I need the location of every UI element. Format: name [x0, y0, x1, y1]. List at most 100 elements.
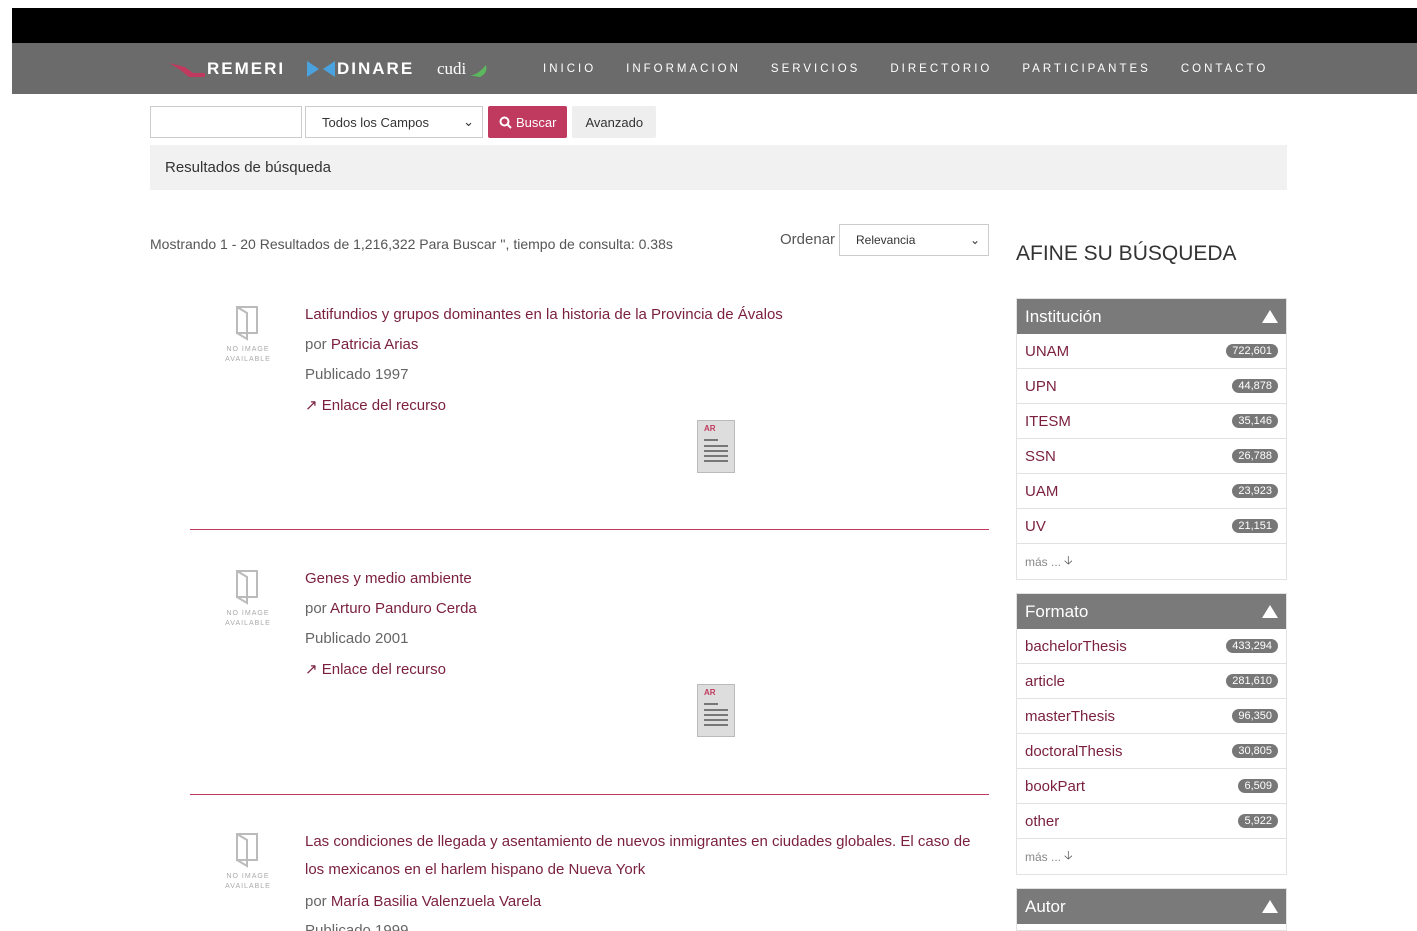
count-badge: 433,294	[1226, 639, 1278, 653]
facet-item[interactable]: SSN 26,788	[1017, 439, 1286, 474]
facet-more-link[interactable]: más ... 🡣	[1017, 839, 1286, 874]
facet-more-link[interactable]: más ... 🡣	[1017, 544, 1286, 579]
collapse-triangle-icon	[1262, 900, 1278, 913]
search-input[interactable]	[150, 106, 302, 138]
result-divider	[190, 529, 989, 530]
nav-participantes[interactable]: PARTICIPANTES	[1022, 63, 1150, 75]
result-title[interactable]: Latifundios y grupos dominantes en la hi…	[305, 301, 985, 329]
no-image-thumbnail[interactable]: NO IMAGE AVAILABLE	[220, 830, 276, 892]
by-label: por	[305, 893, 327, 910]
advanced-search-button[interactable]: Avanzado	[572, 106, 657, 138]
result-author-line: por Patricia Arias	[305, 336, 418, 353]
by-label: por	[305, 336, 327, 353]
no-image-thumbnail[interactable]: NO IMAGE AVAILABLE	[220, 303, 276, 365]
result-author[interactable]: Arturo Panduro Cerda	[330, 600, 477, 617]
sort-label: Ordenar	[780, 231, 836, 248]
chevron-down-icon: ⌄	[463, 114, 474, 129]
top-black-bar	[12, 8, 1417, 43]
more-label: más ...	[1025, 554, 1062, 569]
count-badge: 23,923	[1232, 484, 1278, 498]
result-resource-link-label: Enlace del recurso	[321, 661, 446, 678]
facet-header[interactable]: Autor	[1017, 889, 1286, 924]
count-badge: 281,610	[1226, 674, 1278, 688]
nav-contacto[interactable]: CONTACTO	[1181, 63, 1268, 75]
cudi-logo[interactable]: cudi	[437, 43, 492, 94]
result-author[interactable]: María Basilia Valenzuela Varela	[331, 893, 541, 910]
facet-item[interactable]: masterThesis 96,350	[1017, 699, 1286, 734]
refine-title: AFINE SU BÚSQUEDA	[1016, 242, 1237, 265]
facet-autor: Autor	[1016, 888, 1287, 931]
cudi-leaf-icon	[468, 64, 487, 77]
facet-label: other	[1025, 812, 1060, 830]
document-icon[interactable]: AR	[697, 684, 735, 737]
facet-item[interactable]: bachelorThesis 433,294	[1017, 629, 1286, 664]
result-resource-link-label: Enlace del recurso	[321, 397, 446, 414]
facet-item[interactable]: doctoralThesis 30,805	[1017, 734, 1286, 769]
facet-item[interactable]: article 281,610	[1017, 664, 1286, 699]
facet-title: Autor	[1025, 896, 1066, 916]
facet-institucion: Institución UNAM 722,601 UPN 44,878 ITESM 3…	[1016, 298, 1287, 580]
count-badge: 30,805	[1232, 744, 1278, 758]
no-image-thumbnail[interactable]: NO IMAGE AVAILABLE	[220, 567, 276, 629]
count-badge: 26,788	[1232, 449, 1278, 463]
result-title[interactable]: Genes y medio ambiente	[305, 565, 985, 593]
facet-header[interactable]: Formato	[1017, 594, 1286, 629]
result-resource-link[interactable]: ↗ Enlace del recurso	[305, 396, 446, 414]
count-badge: 722,601	[1226, 344, 1278, 358]
facet-label: UAM	[1025, 482, 1059, 500]
facet-item[interactable]: UPN 44,878	[1017, 369, 1286, 404]
remeri-logo-text: REMERI	[207, 58, 286, 78]
count-badge: 5,922	[1238, 814, 1278, 828]
result-divider	[190, 794, 989, 795]
count-badge: 35,146	[1232, 414, 1278, 428]
remeri-logo[interactable]: REMERI	[167, 43, 285, 94]
facet-item[interactable]: UNAM 722,601	[1017, 334, 1286, 369]
facet-item[interactable]: bookPart 6,509	[1017, 769, 1286, 804]
document-icon[interactable]: AR	[697, 420, 735, 473]
sort-select[interactable]: Relevancia ⌄	[839, 224, 989, 256]
facet-item[interactable]: UAM 23,923	[1017, 474, 1286, 509]
facet-item[interactable]: other 5,922	[1017, 804, 1286, 839]
facet-header[interactable]: Institución	[1017, 299, 1286, 334]
facet-item[interactable]: ITESM 35,146	[1017, 404, 1286, 439]
nav-directorio[interactable]: DIRECTORIO	[890, 63, 992, 75]
count-badge: 44,878	[1232, 379, 1278, 393]
no-image-text: NO IMAGE AVAILABLE	[225, 610, 271, 627]
by-label: por	[305, 600, 327, 617]
nav-links: INICIO INFORMACION SERVICIOS DIRECTORIO …	[543, 43, 1298, 94]
nav-servicios[interactable]: SERVICIOS	[771, 63, 860, 75]
arrow-down-icon: 🡣	[1064, 553, 1073, 567]
facet-label: UNAM	[1025, 342, 1070, 360]
collapse-triangle-icon	[1262, 310, 1278, 323]
collapse-triangle-icon	[1262, 605, 1278, 618]
cudi-logo-text: cudi	[437, 58, 467, 78]
result-published: Publicado 2001	[305, 630, 409, 647]
nav-inicio[interactable]: INICIO	[543, 63, 596, 75]
breadcrumb: Resultados de búsqueda	[150, 145, 1287, 190]
result-published: Publicado 1997	[305, 366, 409, 383]
dinare-logo[interactable]: DINARE	[307, 43, 414, 94]
search-button[interactable]: Buscar	[488, 106, 568, 138]
no-image-icon	[236, 833, 258, 868]
facet-label: UPN	[1025, 377, 1057, 395]
facet-label: UV	[1025, 517, 1046, 535]
facet-label: doctoralThesis	[1025, 742, 1123, 760]
result-author-line: por Arturo Panduro Cerda	[305, 600, 477, 617]
remeri-flag-icon	[169, 62, 205, 77]
facet-title: Formato	[1025, 601, 1089, 621]
arrow-down-icon: 🡣	[1064, 848, 1073, 862]
facet-item[interactable]: UV 21,151	[1017, 509, 1286, 544]
no-image-icon	[236, 306, 258, 341]
facet-formato: Formato bachelorThesis 433,294 article 281…	[1016, 593, 1287, 875]
search-icon	[499, 116, 512, 129]
result-title[interactable]: Las condiciones de llegada y asentamient…	[305, 828, 985, 884]
result-resource-link[interactable]: ↗ Enlace del recurso	[305, 660, 446, 678]
nav-informacion[interactable]: INFORMACION	[626, 63, 741, 75]
no-image-text: NO IMAGE AVAILABLE	[225, 346, 271, 363]
facet-label: bachelorThesis	[1025, 637, 1127, 655]
more-label: más ...	[1025, 849, 1062, 864]
result-author[interactable]: Patricia Arias	[331, 336, 419, 353]
search-bar: Todos los Campos ⌄ Buscar Avanzado	[150, 106, 657, 138]
no-image-icon	[236, 570, 258, 605]
search-field-select[interactable]: Todos los Campos ⌄	[305, 106, 483, 138]
